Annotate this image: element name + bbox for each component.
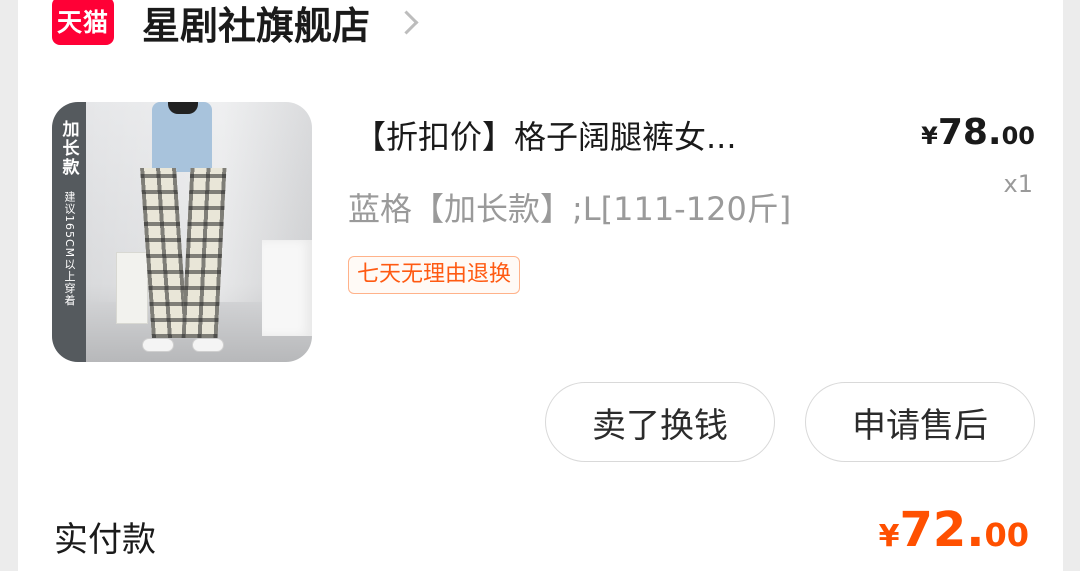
tmall-logo-text: 天猫 — [56, 8, 109, 37]
image-side-banner: 加长款 建议165CM以上穿着 — [52, 102, 86, 362]
image-model-hair — [168, 102, 198, 114]
image-prop-bag — [116, 252, 148, 324]
order-card: 天猫 星剧社旗舰店 加长款 建议165CM以上穿着 【折扣价】格子阔腿裤女...… — [18, 0, 1063, 571]
banner-height-hint: 建议165CM以上穿着 — [63, 191, 76, 307]
banner-long-size-text: 加长款 — [58, 120, 79, 177]
product-thumbnail[interactable]: 加长款 建议165CM以上穿着 — [52, 102, 312, 362]
tmall-logo: 天猫 — [52, 0, 114, 45]
product-sku: 蓝格【加长款】;L[111-120斤] — [348, 190, 792, 228]
paid-amount: ¥72.00 — [879, 502, 1029, 558]
unit-price-integer: 78. — [937, 112, 1002, 153]
shop-name[interactable]: 星剧社旗舰店 — [142, 0, 370, 50]
image-plaid-leg-right — [181, 168, 227, 338]
paid-amount-label: 实付款 — [54, 520, 156, 560]
image-prop-box — [262, 240, 312, 336]
image-shoe-left — [142, 338, 174, 352]
shop-header[interactable]: 天猫 星剧社旗舰店 — [52, 0, 419, 50]
paid-amount-integer: 72. — [899, 502, 985, 558]
request-aftersale-button[interactable]: 申请售后 — [805, 382, 1035, 462]
unit-price: ¥78.00 — [921, 112, 1035, 153]
paid-amount-currency: ¥ — [878, 519, 900, 554]
product-title[interactable]: 【折扣价】格子阔腿裤女... — [354, 112, 737, 158]
paid-amount-decimal: 00 — [984, 516, 1029, 554]
quantity: x1 — [1003, 170, 1033, 198]
return-policy-badge: 七天无理由退换 — [348, 256, 521, 294]
sell-for-cash-button[interactable]: 卖了换钱 — [545, 382, 775, 462]
image-shoe-right — [192, 338, 224, 352]
unit-price-currency: ¥ — [921, 122, 938, 150]
unit-price-decimal: 00 — [1001, 122, 1035, 150]
chevron-right-icon[interactable] — [394, 9, 419, 35]
